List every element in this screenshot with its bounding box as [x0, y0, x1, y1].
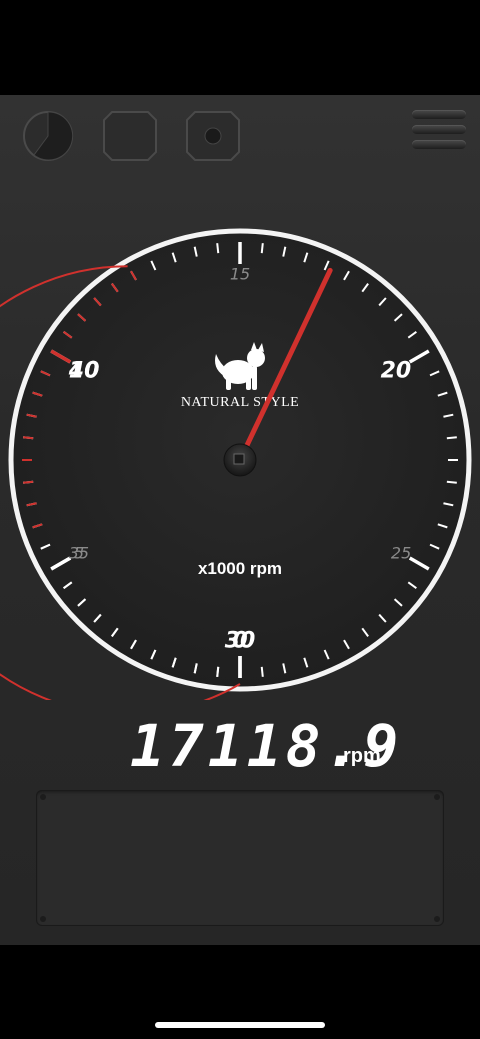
- rpm-unit-label: rpm: [343, 745, 381, 767]
- minor-tick: [260, 666, 264, 677]
- menu-button[interactable]: [412, 110, 466, 160]
- panel-rivet: [40, 916, 46, 922]
- panel-rivet: [40, 794, 46, 800]
- menu-bar-1: [412, 110, 466, 119]
- needle-pin: [233, 453, 245, 465]
- record-button[interactable]: [185, 110, 241, 162]
- minor-tick: [216, 666, 220, 677]
- tachometer-gauge: 010 2030405152535 NATURAL STYLE x1000 rpm: [0, 228, 472, 700]
- pie-chart-icon: [23, 111, 74, 161]
- minor-tick-label: 35: [69, 544, 89, 563]
- pie-chart-button[interactable]: [20, 110, 76, 162]
- minor-tick: [260, 243, 264, 254]
- info-panel: [36, 790, 444, 926]
- minor-tick: [23, 436, 34, 440]
- major-tick-label: 40: [68, 359, 100, 384]
- record-icon: [186, 111, 240, 161]
- minor-tick: [216, 243, 220, 254]
- panel-rivet: [434, 916, 440, 922]
- minor-tick: [446, 436, 457, 440]
- menu-bar-2: [412, 125, 466, 134]
- menu-bar-3: [412, 140, 466, 149]
- octagon-button[interactable]: [102, 110, 158, 162]
- minor-tick-label: 15: [230, 265, 250, 284]
- panel-rivet: [434, 794, 440, 800]
- gauge-unit-label: x1000 rpm: [198, 559, 282, 578]
- major-tick-label: 30: [225, 629, 256, 654]
- octagon-icon: [103, 111, 157, 161]
- major-tick-label: 20: [381, 359, 412, 384]
- minor-tick-label: 25: [391, 544, 411, 563]
- home-indicator[interactable]: [155, 1022, 325, 1028]
- minor-tick: [23, 480, 34, 484]
- logo-text: NATURAL STYLE: [181, 395, 299, 410]
- minor-tick: [446, 480, 457, 484]
